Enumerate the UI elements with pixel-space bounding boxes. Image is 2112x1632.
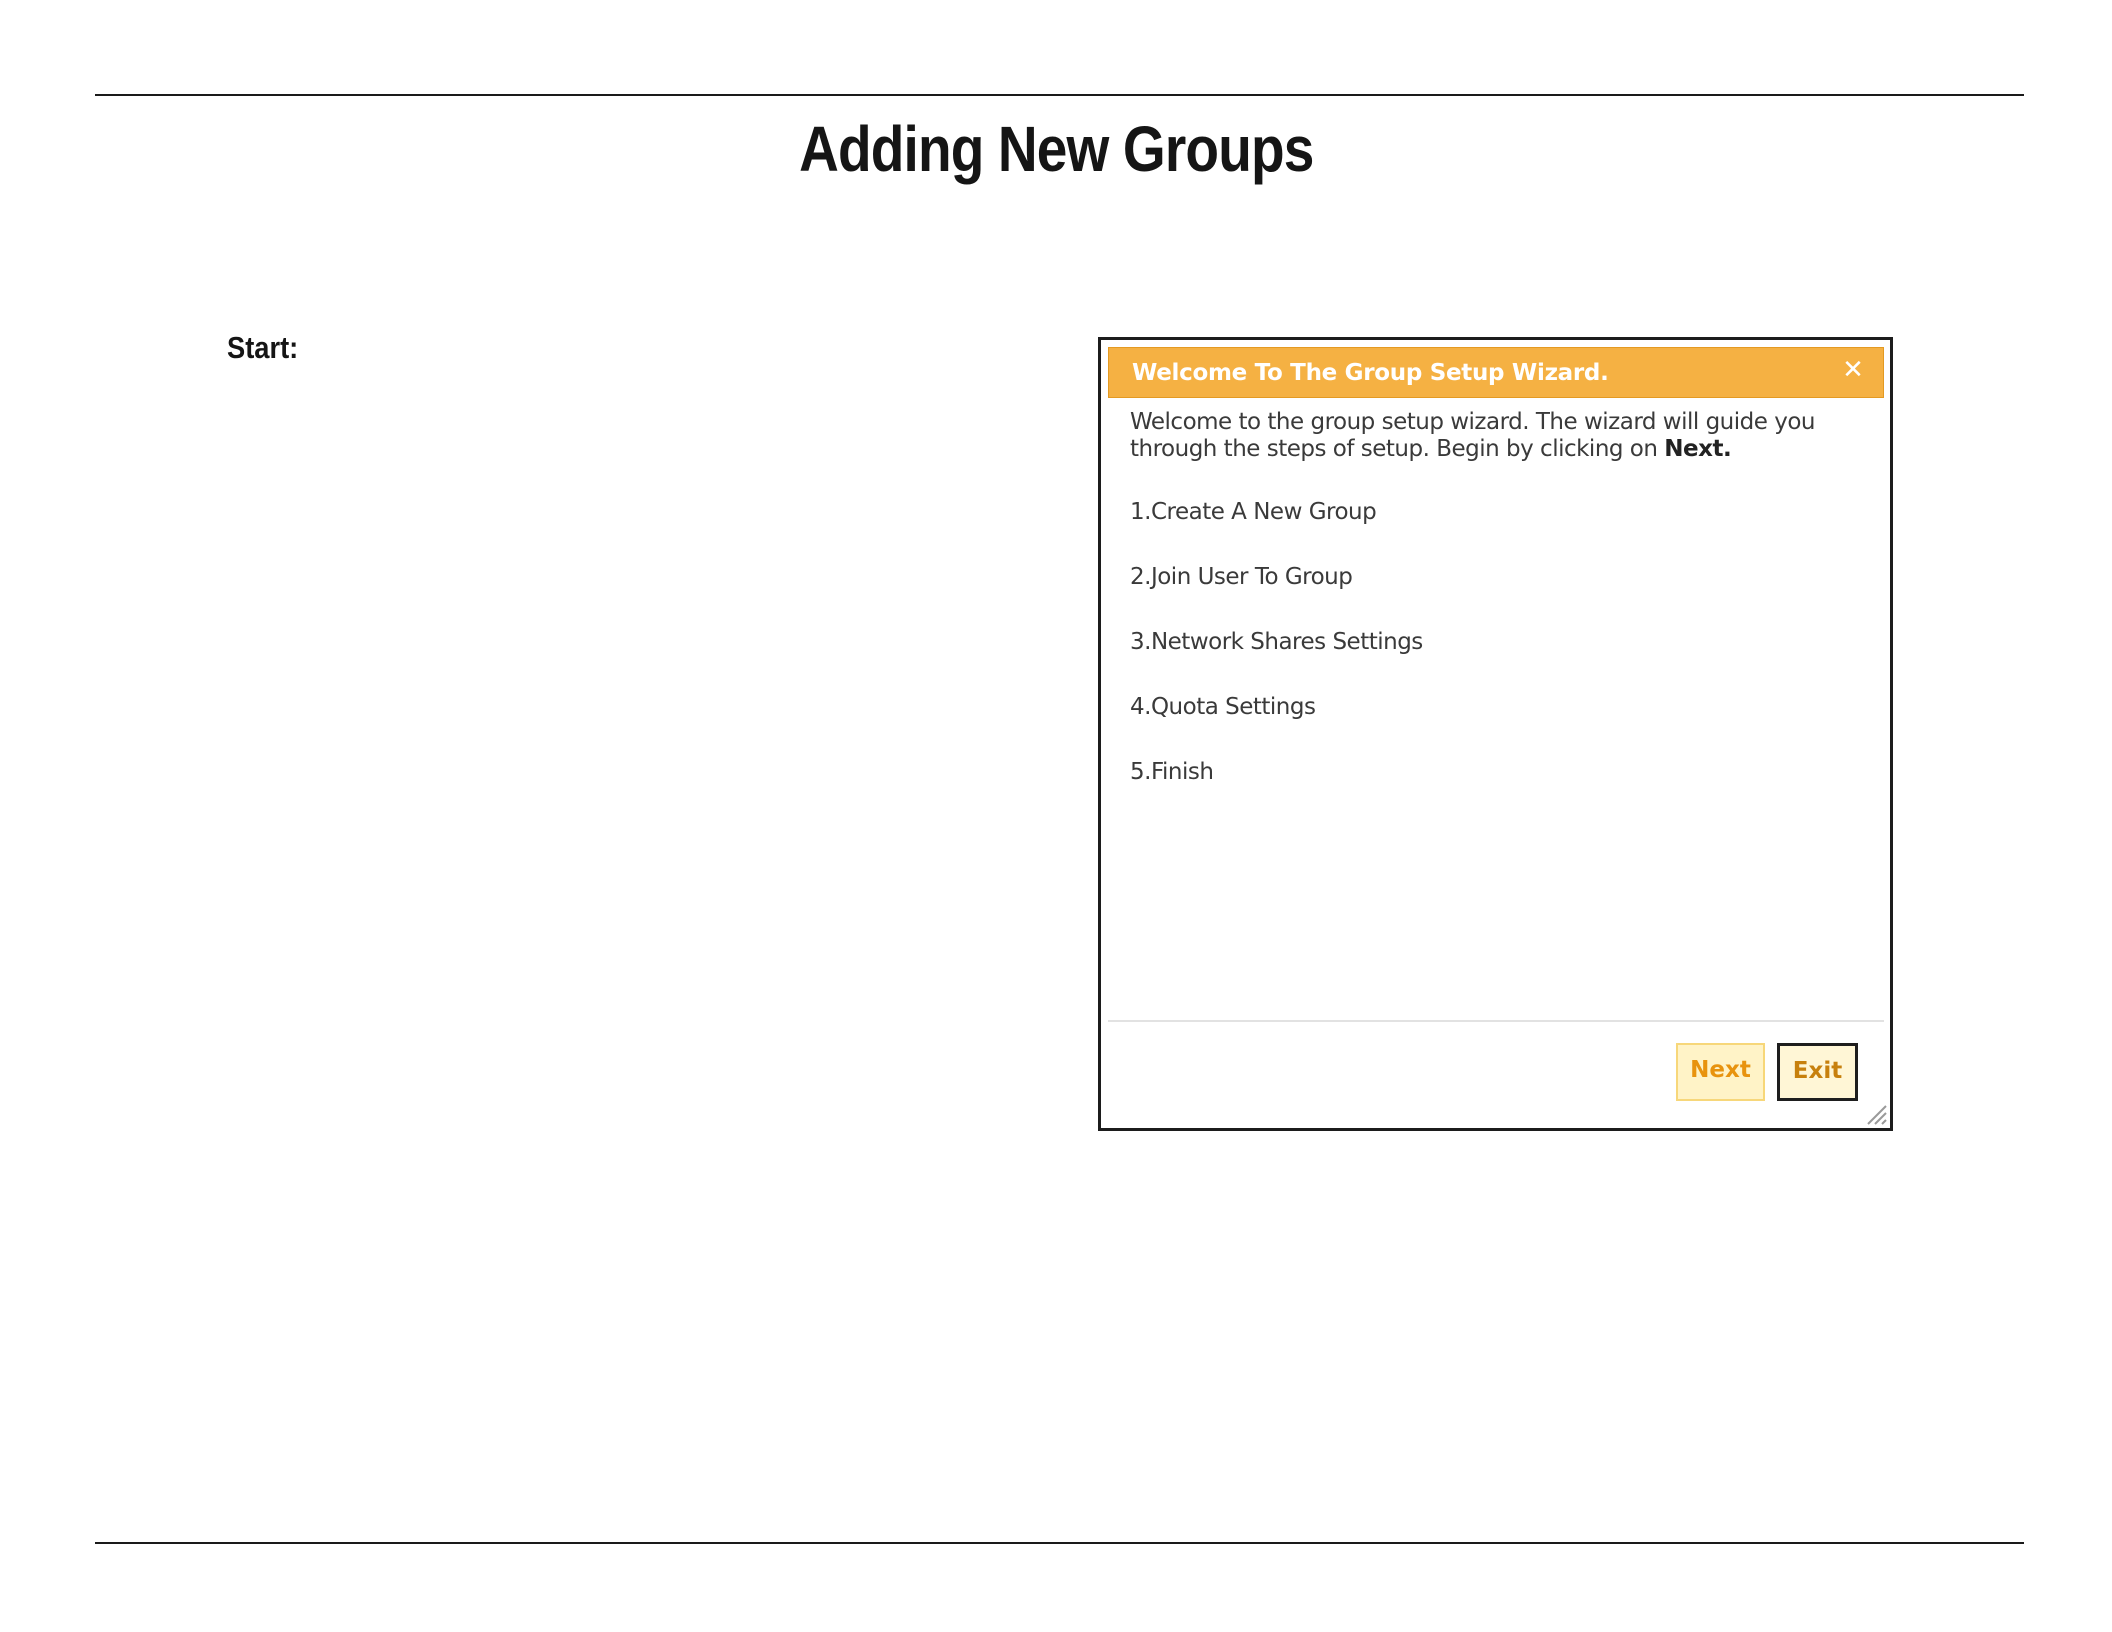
wizard-header: Welcome To The Group Setup Wizard. ✕ <box>1108 347 1884 398</box>
wizard-intro-period: . <box>1722 436 1732 462</box>
exit-button[interactable]: Exit <box>1777 1043 1858 1101</box>
wizard-footer-divider <box>1108 1020 1884 1022</box>
wizard-intro: Welcome to the group setup wizard. The w… <box>1130 409 1870 463</box>
wizard-steps-list: 1.Create A New Group 2.Join User To Grou… <box>1130 499 1870 824</box>
wizard-step: 3.Network Shares Settings <box>1130 629 1423 655</box>
wizard-screenshot: Welcome To The Group Setup Wizard. ✕ Wel… <box>1098 337 1893 1131</box>
wizard-intro-next: Next <box>1664 436 1723 462</box>
page-title: Adding New Groups <box>799 113 1314 185</box>
wizard-step: 4.Quota Settings <box>1130 694 1316 720</box>
next-button[interactable]: Next <box>1676 1043 1765 1101</box>
step-label: Start: <box>227 330 299 365</box>
wizard-step: 1.Create A New Group <box>1130 499 1377 525</box>
wizard-title: Welcome To The Group Setup Wizard. <box>1132 360 1609 386</box>
wizard-body: Welcome to the group setup wizard. The w… <box>1130 409 1870 824</box>
top-rule <box>95 94 2024 96</box>
wizard-step: 5.Finish <box>1130 759 1214 785</box>
wizard-step: 2.Join User To Group <box>1130 564 1353 590</box>
resize-grip-icon[interactable] <box>1862 1100 1888 1126</box>
close-icon[interactable]: ✕ <box>1839 356 1867 384</box>
bottom-rule <box>95 1542 2024 1544</box>
